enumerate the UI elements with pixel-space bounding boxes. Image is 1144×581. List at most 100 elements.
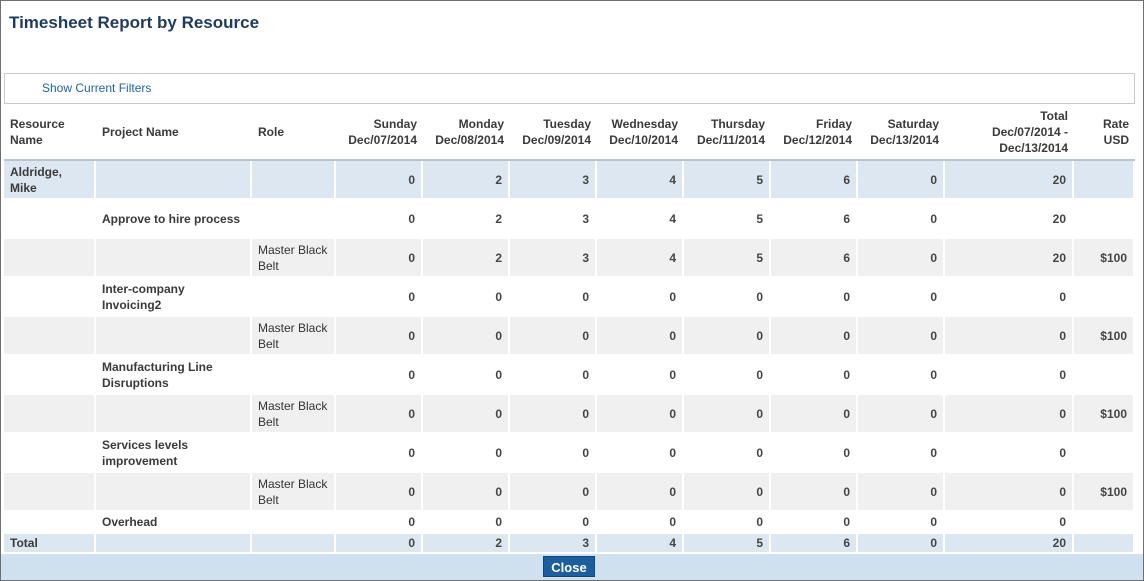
column-header-rate-line: Rate [1102, 117, 1129, 131]
column-header-total-line: Dec/07/2014 - [991, 125, 1068, 139]
day-0-hours-cell: 0 [336, 200, 423, 239]
day-3-hours-cell: 4 [597, 161, 684, 200]
resource-name-cell [4, 434, 96, 473]
project-name-cell [96, 317, 252, 356]
day-4-hours-cell: 0 [684, 356, 771, 395]
day-1-hours-cell: 2 [423, 534, 510, 554]
day-5-hours-cell: 6 [771, 534, 858, 554]
day-4-hours-cell: 0 [684, 278, 771, 317]
rate-cell: $100 [1074, 317, 1135, 356]
close-button[interactable]: Close [543, 556, 595, 577]
total-hours-cell: 0 [945, 512, 1074, 534]
day-4-hours-cell: 0 [684, 317, 771, 356]
show-current-filters-link[interactable]: Show Current Filters [42, 81, 151, 95]
table-header-row: Resource Name Project Name Role Sunday De… [4, 105, 1135, 161]
project-name-cell [96, 239, 252, 278]
day-6-hours-cell: 0 [858, 239, 945, 278]
column-header-day-3-line: Dec/10/2014 [609, 133, 678, 147]
day-6-hours-cell: 0 [858, 434, 945, 473]
project-name-cell: Manufacturing Line Disruptions [96, 356, 252, 395]
column-header-day-2-line: Dec/09/2014 [522, 133, 591, 147]
day-5-hours-cell: 0 [771, 512, 858, 534]
column-header-rate[interactable]: Rate USD [1074, 105, 1135, 161]
total-hours-cell: 20 [945, 239, 1074, 278]
day-6-hours-cell: 0 [858, 395, 945, 434]
column-header-total[interactable]: Total Dec/07/2014 - Dec/13/2014 [945, 105, 1074, 161]
filter-bar: Show Current Filters [4, 73, 1135, 104]
day-5-hours-cell: 6 [771, 161, 858, 200]
day-2-hours-cell: 0 [510, 434, 597, 473]
column-header-total-line: Dec/13/2014 [999, 141, 1068, 155]
total-hours-cell: 0 [945, 434, 1074, 473]
column-header-day-4[interactable]: Thursday Dec/11/2014 [684, 105, 771, 161]
day-5-hours-cell: 6 [771, 239, 858, 278]
day-2-hours-cell: 0 [510, 356, 597, 395]
day-1-hours-cell: 0 [423, 278, 510, 317]
resource-name-cell [4, 473, 96, 512]
column-header-day-1[interactable]: Monday Dec/08/2014 [423, 105, 510, 161]
day-4-hours-cell: 0 [684, 434, 771, 473]
role-cell: Master Black Belt [252, 473, 336, 512]
rate-cell [1074, 512, 1135, 534]
project-name-cell [96, 534, 252, 554]
day-1-hours-cell: 2 [423, 239, 510, 278]
column-header-day-0-line: Sunday [373, 117, 417, 131]
resource-name-cell: Total [4, 534, 96, 554]
project-row: Approve to hire process 0 2 3 4 5 6 0 20 [4, 200, 1135, 239]
total-hours-cell: 0 [945, 278, 1074, 317]
role-cell: Master Black Belt [252, 317, 336, 356]
resource-name-cell: Aldridge, Mike [4, 161, 96, 200]
day-4-hours-cell: 0 [684, 395, 771, 434]
day-2-hours-cell: 0 [510, 278, 597, 317]
role-cell [252, 512, 336, 534]
day-0-hours-cell: 0 [336, 161, 423, 200]
column-header-day-3[interactable]: Wednesday Dec/10/2014 [597, 105, 684, 161]
day-3-hours-cell: 0 [597, 434, 684, 473]
day-1-hours-cell: 0 [423, 434, 510, 473]
column-header-resource[interactable]: Resource Name [4, 105, 96, 161]
total-hours-cell: 0 [945, 473, 1074, 512]
project-row: Overhead 0 0 0 0 0 0 0 0 [4, 512, 1135, 534]
column-header-day-2[interactable]: Tuesday Dec/09/2014 [510, 105, 597, 161]
role-cell [252, 278, 336, 317]
day-2-hours-cell: 3 [510, 161, 597, 200]
day-3-hours-cell: 0 [597, 278, 684, 317]
column-header-day-5-line: Friday [815, 117, 852, 131]
timesheet-table: Resource Name Project Name Role Sunday De… [4, 105, 1135, 554]
rate-cell: $100 [1074, 473, 1135, 512]
day-3-hours-cell: 4 [597, 200, 684, 239]
day-2-hours-cell: 0 [510, 317, 597, 356]
role-row: Master Black Belt 0 0 0 0 0 0 0 0 $100 [4, 317, 1135, 356]
day-2-hours-cell: 0 [510, 512, 597, 534]
column-header-day-3-line: Wednesday [611, 117, 678, 131]
column-header-day-0-line: Dec/07/2014 [348, 133, 417, 147]
page-title: Timesheet Report by Resource [9, 13, 260, 32]
rate-cell [1074, 278, 1135, 317]
column-header-day-2-line: Tuesday [543, 117, 591, 131]
rate-cell: $100 [1074, 239, 1135, 278]
day-5-hours-cell: 0 [771, 434, 858, 473]
column-header-day-0[interactable]: Sunday Dec/07/2014 [336, 105, 423, 161]
day-6-hours-cell: 0 [858, 200, 945, 239]
role-cell [252, 161, 336, 200]
day-3-hours-cell: 0 [597, 317, 684, 356]
column-header-day-5[interactable]: Friday Dec/12/2014 [771, 105, 858, 161]
day-0-hours-cell: 0 [336, 356, 423, 395]
day-5-hours-cell: 0 [771, 317, 858, 356]
column-header-total-line: Total [1040, 109, 1068, 123]
day-6-hours-cell: 0 [858, 356, 945, 395]
column-header-role[interactable]: Role [252, 105, 336, 161]
total-hours-cell: 20 [945, 200, 1074, 239]
resource-name-cell [4, 278, 96, 317]
day-3-hours-cell: 4 [597, 239, 684, 278]
day-1-hours-cell: 2 [423, 200, 510, 239]
day-4-hours-cell: 5 [684, 200, 771, 239]
role-row: Master Black Belt 0 0 0 0 0 0 0 0 $100 [4, 395, 1135, 434]
column-header-day-6[interactable]: Saturday Dec/13/2014 [858, 105, 945, 161]
column-header-project[interactable]: Project Name [96, 105, 252, 161]
project-name-cell: Approve to hire process [96, 200, 252, 239]
day-4-hours-cell: 5 [684, 161, 771, 200]
day-4-hours-cell: 0 [684, 473, 771, 512]
day-2-hours-cell: 0 [510, 473, 597, 512]
project-row: Inter-company Invoicing2 0 0 0 0 0 0 0 0 [4, 278, 1135, 317]
